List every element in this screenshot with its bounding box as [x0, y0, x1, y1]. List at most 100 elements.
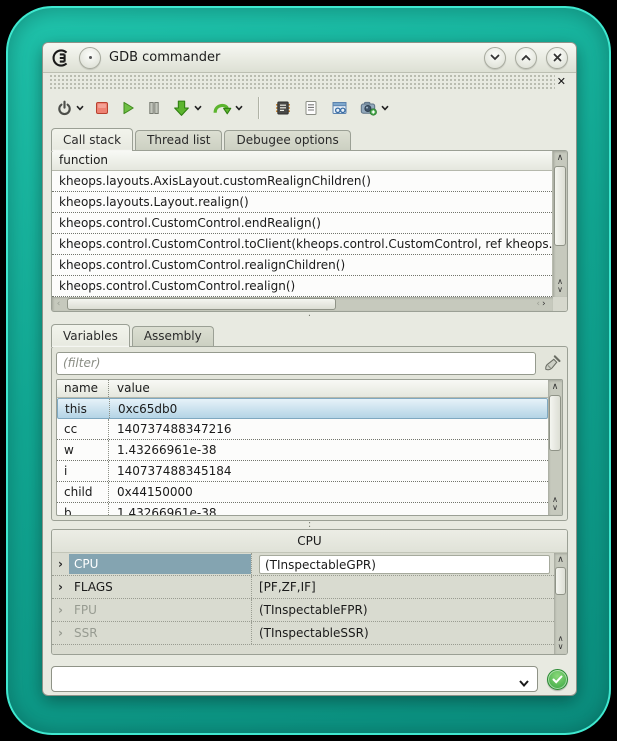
variables-rows: this 0xc65db0 cc 140737488347216 w 1.432… — [57, 398, 548, 516]
cpu-row[interactable]: › FLAGS [PF,ZF,IF] — [52, 576, 554, 599]
scroll-up-icon[interactable]: ∧ — [553, 151, 567, 164]
gdb-commander-window: GDB commander ✕ — [42, 42, 577, 696]
document-icon — [302, 99, 320, 117]
cpu-vertical-scrollbar[interactable]: ∧ ∧∨ — [554, 553, 567, 654]
variables-filter-input[interactable] — [56, 352, 536, 375]
close-window-button[interactable] — [546, 47, 568, 69]
tab-assembly[interactable]: Assembly — [132, 326, 214, 346]
send-command-button[interactable] — [547, 669, 568, 690]
cpu-row[interactable]: › FPU (TInspectableFPR) — [52, 599, 554, 622]
shade-button[interactable] — [484, 47, 506, 69]
inspector-tabbar: Variables Assembly — [43, 322, 576, 346]
column-header-name[interactable]: name — [57, 380, 109, 397]
tab-thread-list[interactable]: Thread list — [135, 130, 222, 150]
cpu-row[interactable]: › SSR (TInspectableSSR) — [52, 622, 554, 645]
dropdown-chevron-icon — [194, 105, 202, 111]
cpu-panel-title: CPU — [52, 530, 567, 552]
window-menu-button[interactable] — [79, 47, 101, 69]
cpu-value-editbox[interactable]: (TInspectableGPR) — [259, 555, 550, 574]
scrollbar-thumb[interactable] — [549, 395, 561, 451]
teal-device-frame: GDB commander ✕ — [6, 6, 611, 735]
expand-icon[interactable]: › — [52, 557, 69, 571]
call-stack-row[interactable]: kheops.control.CustomControl.realignChil… — [52, 255, 552, 276]
menu-dot-icon — [89, 56, 92, 59]
tab-debugee-options[interactable]: Debugee options — [224, 130, 350, 150]
scroll-right-icon[interactable]: › — [542, 299, 546, 309]
cpu-inspector-button[interactable] — [271, 95, 295, 121]
window-title: GDB commander — [109, 50, 476, 65]
document-view-button[interactable] — [299, 95, 323, 121]
scroll-up-icon[interactable]: ∧ — [554, 553, 567, 566]
step-into-button[interactable] — [169, 95, 205, 121]
clear-filter-button[interactable] — [541, 352, 563, 374]
cpu-row-selected[interactable]: › CPU (TInspectableGPR) — [52, 553, 554, 576]
variables-header-row[interactable]: name value — [57, 380, 548, 398]
scroll-down-icon[interactable]: ∨ — [552, 504, 558, 512]
gdb-command-combobox[interactable] — [51, 666, 538, 692]
call-stack-horizontal-scrollbar[interactable]: ‹ ‹› — [52, 297, 553, 311]
cpu-inspector-panel: CPU › CPU (TInspectableGPR) › FLAGS [PF,… — [51, 529, 568, 655]
call-stack-row[interactable]: kheops.control.CustomControl.endRealign(… — [52, 213, 552, 234]
scroll-left-icon[interactable]: ‹ — [536, 299, 540, 309]
stop-button[interactable] — [91, 95, 113, 121]
scroll-down-icon[interactable]: ∨ — [558, 643, 564, 651]
tab-variables[interactable]: Variables — [51, 324, 130, 347]
column-header-value[interactable]: value — [109, 380, 548, 397]
chevron-down-icon — [490, 54, 500, 61]
scroll-up-icon[interactable]: ∧ — [548, 380, 562, 393]
variables-vertical-scrollbar[interactable]: ∧ ∧∨ — [548, 380, 562, 515]
splitter-handle[interactable]: : — [43, 521, 576, 529]
expand-icon[interactable]: › — [52, 626, 69, 640]
power-icon — [56, 100, 73, 117]
dock-titlebar[interactable]: ✕ — [49, 74, 570, 90]
scroll-down-icon[interactable]: ∨ — [557, 286, 563, 294]
window-titlebar: GDB commander — [43, 43, 576, 73]
cpu-register-rows: › CPU (TInspectableGPR) › FLAGS [PF,ZF,I… — [52, 553, 554, 654]
call-stack-vertical-scrollbar[interactable]: ∧ ∧∨ — [553, 151, 567, 297]
scrollbar-thumb[interactable] — [554, 166, 566, 246]
scrollbar-thumb[interactable] — [67, 298, 336, 310]
watch-window-button[interactable] — [327, 95, 352, 121]
play-icon — [120, 100, 136, 116]
variable-row[interactable]: w 1.43266961e-38 — [57, 440, 548, 461]
variable-row-selected[interactable]: this 0xc65db0 — [57, 398, 548, 419]
step-over-button[interactable] — [209, 95, 246, 121]
variables-panel: name value this 0xc65db0 cc 140737488347… — [51, 346, 568, 521]
combo-dropdown-button[interactable] — [518, 673, 530, 692]
chevron-down-icon — [518, 679, 530, 688]
call-stack-row[interactable]: kheops.layouts.AxisLayout.customRealignC… — [52, 171, 552, 192]
dock-close-button[interactable]: ✕ — [555, 74, 568, 90]
toolbar-separator — [258, 97, 259, 119]
dropdown-chevron-icon — [235, 105, 243, 111]
expand-icon[interactable]: › — [52, 603, 69, 617]
variables-table: name value this 0xc65db0 cc 140737488347… — [56, 379, 563, 516]
call-stack-row[interactable]: kheops.layouts.Layout.realign() — [52, 192, 552, 213]
chevron-up-icon — [521, 54, 531, 61]
scrollbar-corner — [553, 297, 567, 311]
check-icon — [552, 675, 563, 684]
call-stack-panel: function kheops.layouts.AxisLayout.custo… — [51, 150, 568, 312]
variable-row[interactable]: i 140737488345184 — [57, 461, 548, 482]
expand-icon[interactable]: › — [52, 580, 69, 594]
close-icon — [553, 53, 562, 62]
watch-window-icon — [330, 99, 349, 117]
call-stack-column-header[interactable]: function — [52, 151, 552, 171]
scroll-left-icon[interactable]: ‹ — [52, 297, 65, 311]
step-into-icon — [172, 99, 191, 118]
stop-icon — [94, 100, 110, 116]
variable-row[interactable]: child 0x44150000 — [57, 482, 548, 503]
add-snapshot-button[interactable] — [356, 95, 392, 121]
continue-button[interactable] — [117, 95, 139, 121]
variable-row[interactable]: cc 140737488347216 — [57, 419, 548, 440]
power-button[interactable] — [53, 95, 87, 121]
splitter-handle[interactable]: · — [43, 312, 576, 322]
pause-button[interactable] — [143, 95, 165, 121]
scrollbar-thumb[interactable] — [555, 567, 566, 595]
tab-call-stack[interactable]: Call stack — [51, 128, 133, 151]
variable-row[interactable]: b 1.43266961e-38 — [57, 503, 548, 516]
gdb-command-input[interactable] — [52, 667, 537, 691]
call-stack-row[interactable]: kheops.control.CustomControl.realign() — [52, 276, 552, 297]
unshade-button[interactable] — [515, 47, 537, 69]
call-stack-row[interactable]: kheops.control.CustomControl.toClient(kh… — [52, 234, 552, 255]
debug-toolbar — [43, 90, 576, 126]
